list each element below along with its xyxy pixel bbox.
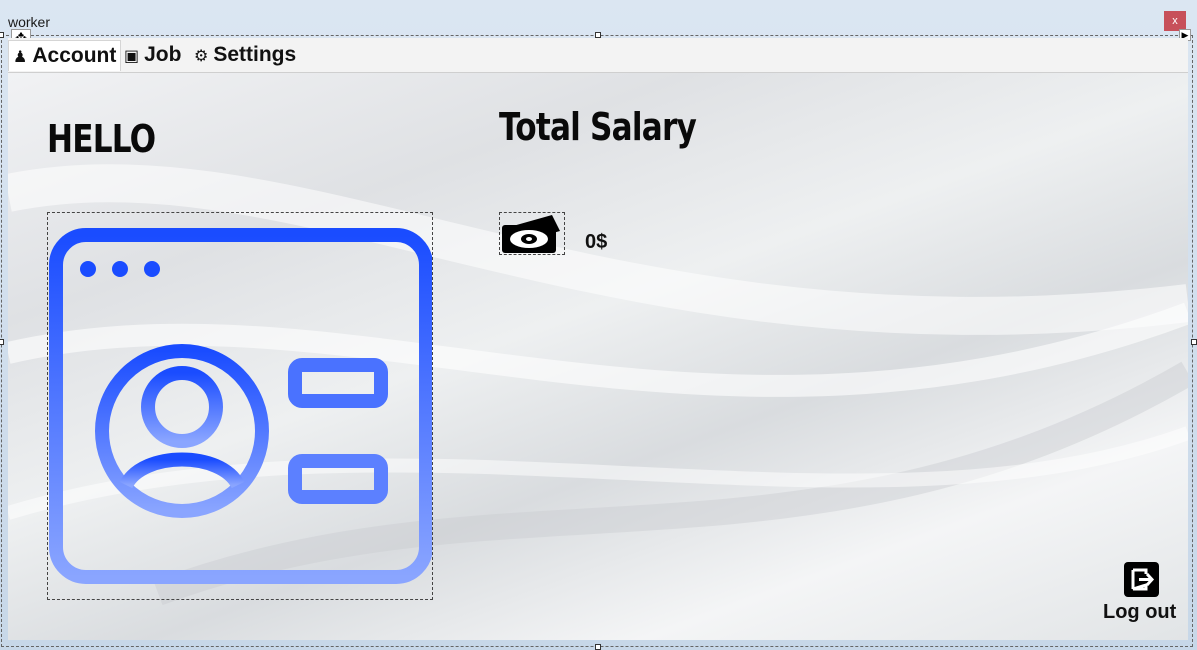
tab-label: Job bbox=[144, 43, 182, 66]
tab-bar: ♟ Account ▣ Job ⚙ Settings bbox=[8, 38, 1188, 73]
tab-settings[interactable]: ⚙ Settings bbox=[190, 40, 300, 70]
user-profile-window-icon bbox=[49, 228, 433, 584]
close-button[interactable]: x bbox=[1164, 11, 1186, 31]
app-window: worker x ✥ ▶ ♟ Account ▣ Job ⚙ Settings … bbox=[0, 0, 1197, 650]
tab-job[interactable]: ▣ Job bbox=[120, 40, 185, 70]
resize-handle[interactable] bbox=[0, 339, 4, 345]
greeting-heading: HELLO bbox=[47, 117, 156, 161]
briefcase-icon: ▣ bbox=[124, 45, 140, 65]
profile-picture-box bbox=[47, 212, 433, 600]
logout-icon[interactable] bbox=[1124, 562, 1159, 597]
resize-handle[interactable] bbox=[595, 644, 601, 650]
tab-label: Settings bbox=[213, 43, 297, 66]
account-tab-panel: HELLO Total Salary 0$ Log out bbox=[8, 73, 1188, 640]
money-icon bbox=[502, 215, 560, 253]
user-icon: ♟ bbox=[13, 46, 28, 66]
salary-value: 0$ bbox=[585, 231, 608, 253]
logout-button[interactable]: Log out bbox=[1103, 601, 1176, 624]
money-icon-box bbox=[499, 212, 565, 255]
resize-handle[interactable] bbox=[1191, 339, 1197, 345]
window-title: worker bbox=[8, 14, 51, 30]
tab-label: Account bbox=[32, 44, 117, 67]
salary-heading: Total Salary bbox=[499, 105, 697, 149]
gear-icon: ⚙ bbox=[194, 45, 209, 65]
tab-account[interactable]: ♟ Account bbox=[8, 40, 122, 71]
resize-handle[interactable] bbox=[0, 32, 4, 38]
